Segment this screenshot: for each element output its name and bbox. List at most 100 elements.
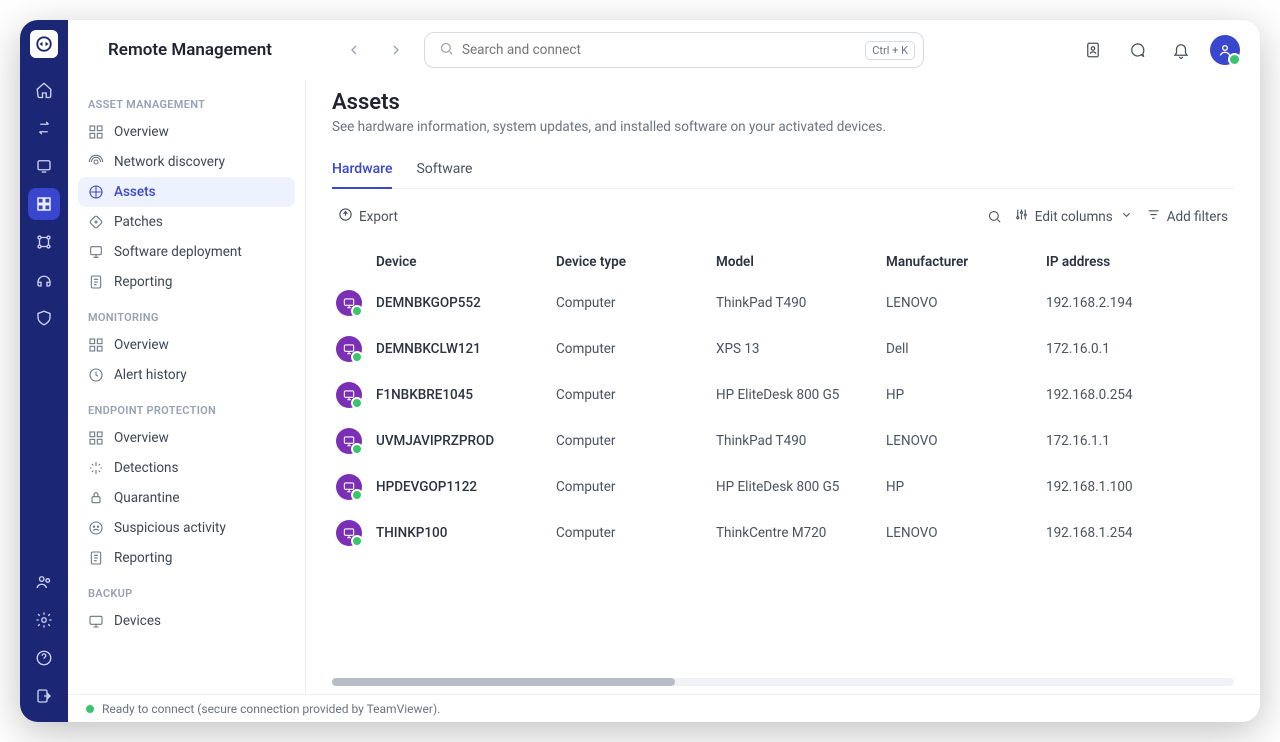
assets-table: Device Device type Model Manufacturer IP… <box>332 244 1234 556</box>
nav-alert-history[interactable]: Alert history <box>78 360 295 390</box>
horizontal-scrollbar[interactable] <box>332 678 1234 686</box>
table-row[interactable]: DEMNBKCLW121 Computer XPS 13 Dell 172.16… <box>332 326 1234 372</box>
rail-users[interactable] <box>28 566 60 598</box>
brand-logo <box>30 30 58 58</box>
nav-label: Suspicious activity <box>114 520 226 536</box>
table-scroll[interactable]: Device Device type Model Manufacturer IP… <box>332 244 1234 672</box>
nav-icon <box>88 124 104 140</box>
cell-type: Computer <box>556 479 716 495</box>
rail-settings[interactable] <box>28 604 60 636</box>
search-box[interactable]: Ctrl + K <box>424 32 924 68</box>
nav-icon <box>88 490 104 506</box>
tab-hardware[interactable]: Hardware <box>332 153 392 189</box>
tabs: Hardware Software <box>332 153 1234 189</box>
nav-devices[interactable]: Devices <box>78 606 295 636</box>
nav-label: Reporting <box>114 550 172 566</box>
nav-reporting[interactable]: Reporting <box>78 267 295 297</box>
nav-overview[interactable]: Overview <box>78 117 295 147</box>
rail-message[interactable] <box>28 150 60 182</box>
nav-reporting[interactable]: Reporting <box>78 543 295 573</box>
rail-assets[interactable] <box>28 188 60 220</box>
table-row[interactable]: HPDEVGOP1122 Computer HP EliteDesk 800 G… <box>332 464 1234 510</box>
cell-device: F1NBKBRE1045 <box>376 387 556 403</box>
page-title: Assets <box>332 90 1234 115</box>
cell-type: Computer <box>556 525 716 541</box>
table-search-button[interactable] <box>981 205 1008 228</box>
table-row[interactable]: DEMNBKGOP552 Computer ThinkPad T490 LENO… <box>332 280 1234 326</box>
rail-exit[interactable] <box>28 680 60 712</box>
col-device-type[interactable]: Device type <box>556 254 716 270</box>
nav-label: Detections <box>114 460 178 476</box>
nav-label: Network discovery <box>114 154 225 170</box>
cell-model: ThinkPad T490 <box>716 433 886 449</box>
nav-overview[interactable]: Overview <box>78 423 295 453</box>
cell-model: ThinkPad T490 <box>716 295 886 311</box>
edit-columns-button[interactable]: Edit columns <box>1008 203 1140 230</box>
col-ip[interactable]: IP address <box>1046 254 1206 270</box>
table-row[interactable]: UVMJAVIPRZPROD Computer ThinkPad T490 LE… <box>332 418 1234 464</box>
nav-label: Patches <box>114 214 163 230</box>
rail-help[interactable] <box>28 642 60 674</box>
rail-home[interactable] <box>28 74 60 106</box>
filter-icon <box>1146 207 1161 226</box>
contact-book-icon[interactable] <box>1078 35 1108 65</box>
export-button[interactable]: Export <box>332 203 404 230</box>
cell-device: THINKP100 <box>376 525 556 541</box>
nav-back[interactable] <box>340 36 368 64</box>
cell-device: UVMJAVIPRZPROD <box>376 433 556 449</box>
cell-type: Computer <box>556 341 716 357</box>
nav-software-deployment[interactable]: Software deployment <box>78 237 295 267</box>
nav-icon <box>88 520 104 536</box>
nav-label: Overview <box>114 337 169 353</box>
table-row[interactable]: F1NBKBRE1045 Computer HP EliteDesk 800 G… <box>332 372 1234 418</box>
nav-assets[interactable]: Assets <box>78 177 295 207</box>
cell-manufacturer: LENOVO <box>886 295 1046 311</box>
nav-icon <box>88 337 104 353</box>
rail-shield[interactable] <box>28 302 60 334</box>
col-model[interactable]: Model <box>716 254 886 270</box>
cell-device: DEMNBKGOP552 <box>376 295 556 311</box>
rail-workflow[interactable] <box>28 226 60 258</box>
nav-patches[interactable]: Patches <box>78 207 295 237</box>
cell-ip: 172.16.1.1 <box>1046 433 1206 449</box>
cell-device: DEMNBKCLW121 <box>376 341 556 357</box>
cell-ip: 192.168.1.254 <box>1046 525 1206 541</box>
user-avatar[interactable] <box>1210 35 1240 65</box>
sidebar: ASSET MANAGEMENTOverviewNetwork discover… <box>68 80 306 694</box>
nav-icon <box>88 274 104 290</box>
nav-quarantine[interactable]: Quarantine <box>78 483 295 513</box>
nav-network-discovery[interactable]: Network discovery <box>78 147 295 177</box>
edit-columns-label: Edit columns <box>1035 209 1113 225</box>
cell-manufacturer: LENOVO <box>886 433 1046 449</box>
device-icon <box>336 382 362 408</box>
chevron-down-icon <box>1119 207 1134 226</box>
nav-suspicious-activity[interactable]: Suspicious activity <box>78 513 295 543</box>
rail-support[interactable] <box>28 264 60 296</box>
cell-device: HPDEVGOP1122 <box>376 479 556 495</box>
chat-icon[interactable] <box>1122 35 1152 65</box>
nav-overview[interactable]: Overview <box>78 330 295 360</box>
cell-model: HP EliteDesk 800 G5 <box>716 479 886 495</box>
nav-icon <box>88 214 104 230</box>
cell-type: Computer <box>556 295 716 311</box>
section-label: BACKUP <box>78 573 295 606</box>
status-dot-icon <box>86 705 94 713</box>
nav-icon <box>88 244 104 260</box>
section-label: MONITORING <box>78 297 295 330</box>
cell-ip: 192.168.0.254 <box>1046 387 1206 403</box>
bell-icon[interactable] <box>1166 35 1196 65</box>
add-filters-button[interactable]: Add filters <box>1140 203 1234 230</box>
nav-forward[interactable] <box>382 36 410 64</box>
col-device[interactable]: Device <box>376 254 556 270</box>
rail-transfer[interactable] <box>28 112 60 144</box>
status-bar: Ready to connect (secure connection prov… <box>68 694 1260 722</box>
col-manufacturer[interactable]: Manufacturer <box>886 254 1046 270</box>
search-icon <box>439 41 454 60</box>
tab-software[interactable]: Software <box>416 153 472 188</box>
nav-detections[interactable]: Detections <box>78 453 295 483</box>
cell-manufacturer: HP <box>886 387 1046 403</box>
search-input[interactable] <box>462 42 857 58</box>
table-row[interactable]: THINKP100 Computer ThinkCentre M720 LENO… <box>332 510 1234 556</box>
nav-icon <box>88 367 104 383</box>
page-subtitle: See hardware information, system updates… <box>332 119 1234 135</box>
